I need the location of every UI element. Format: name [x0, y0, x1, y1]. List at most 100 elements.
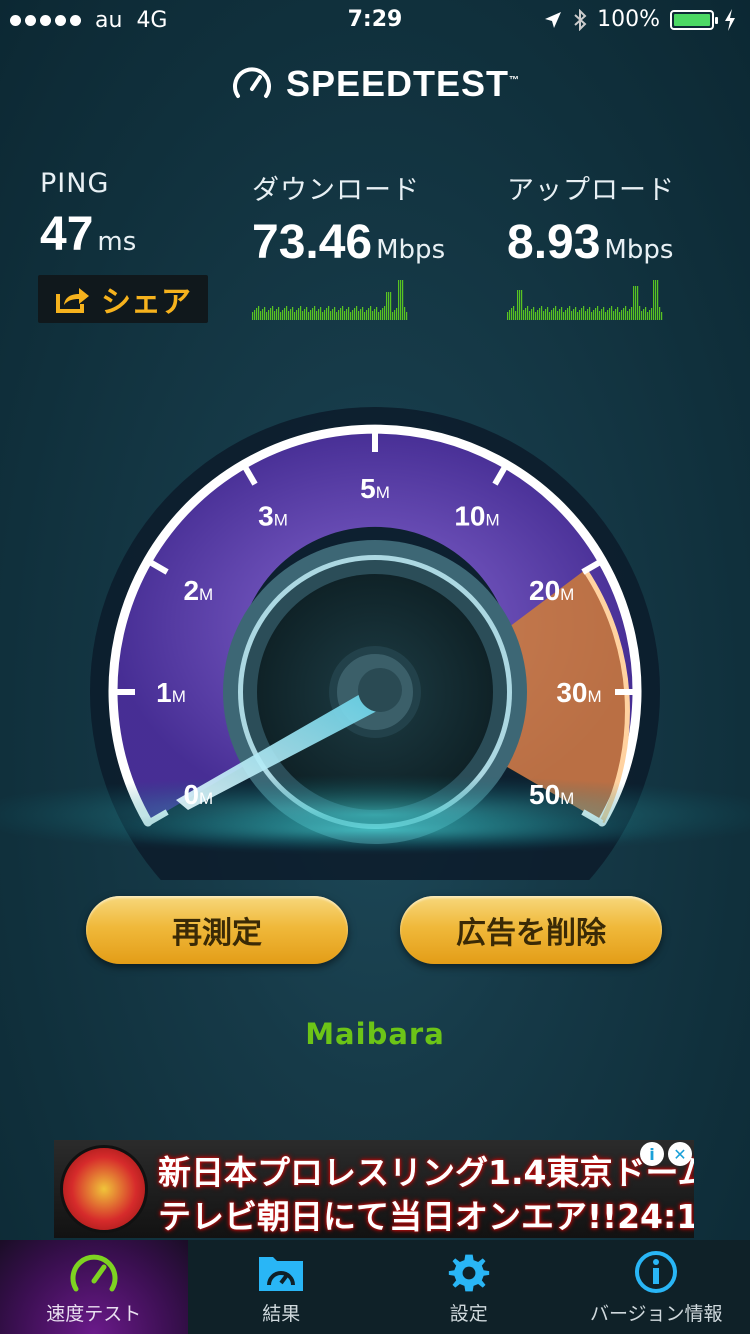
ping-metric: PING 47 ms: [40, 168, 136, 262]
sparkline-bar: [286, 306, 288, 320]
sparkline-bar: [637, 286, 639, 320]
sparkline-bar: [595, 308, 597, 320]
sparkline-bar: [252, 312, 254, 320]
tab-about[interactable]: バージョン情報: [563, 1240, 750, 1334]
tab-results[interactable]: 結果: [188, 1240, 376, 1334]
sparkline-bar: [659, 307, 661, 320]
sparkline-bar: [533, 307, 535, 320]
sparkline-bar: [627, 311, 629, 320]
sparkline-bar: [625, 306, 627, 320]
sparkline-bar: [396, 308, 398, 320]
sparkline-bar: [280, 312, 282, 320]
sparkline-bar: [523, 310, 525, 320]
sparkline-bar: [517, 290, 519, 320]
sparkline-bar: [559, 309, 561, 320]
sparkline-bar: [575, 307, 577, 320]
sparkline-bar: [298, 308, 300, 320]
ad-text-line1: 新日本プロレスリング1.4東京ドーム大会: [158, 1153, 694, 1192]
sparkline-bar: [262, 309, 264, 320]
sparkline-bar: [332, 309, 334, 320]
ad-banner[interactable]: 新日本プロレスリング1.4東京ドーム大会 テレビ朝日にて当日オンエア!!24:1…: [54, 1140, 694, 1238]
sparkline-bar: [370, 306, 372, 320]
sparkline-bar: [360, 309, 362, 320]
remove-ads-button[interactable]: 広告を削除: [400, 896, 662, 964]
sparkline-bar: [362, 307, 364, 320]
sparkline-bar: [288, 311, 290, 320]
share-label: シェア: [101, 285, 191, 320]
sparkline-bar: [551, 310, 553, 320]
sparkline-bar: [563, 312, 565, 320]
sparkline-bar: [573, 309, 575, 320]
sparkline-bar: [336, 312, 338, 320]
sparkline-bar: [649, 310, 651, 320]
sparkline-bar: [352, 310, 354, 320]
download-value: 73.46: [252, 216, 373, 269]
share-button[interactable]: シェア: [38, 275, 208, 323]
download-label: ダウンロード: [252, 175, 420, 206]
tab-settings[interactable]: 設定: [375, 1240, 563, 1334]
location-arrow-icon: [545, 11, 562, 28]
sparkline-bar: [527, 306, 529, 320]
sparkline-bar: [635, 286, 637, 320]
sparkline-bar: [643, 309, 645, 320]
sparkline-bar: [386, 292, 388, 320]
sparkline-bar: [338, 310, 340, 320]
sparkline-bar: [302, 311, 304, 320]
sparkline-bar: [390, 292, 392, 320]
upload-label: アップロード: [507, 175, 675, 206]
sparkline-bar: [521, 290, 523, 320]
download-unit: Mbps: [376, 235, 446, 265]
sparkline-bar: [254, 310, 256, 320]
sparkline-bar: [615, 309, 617, 320]
sparkline-bar: [278, 307, 280, 320]
sparkline-bar: [354, 308, 356, 320]
sparkline-bar: [400, 280, 402, 320]
sparkline-bar: [348, 307, 350, 320]
download-sparkline: [252, 280, 408, 320]
sparkline-bar: [342, 306, 344, 320]
sparkline-bar: [276, 309, 278, 320]
sparkline-bar: [406, 312, 408, 320]
sparkline-bar: [334, 307, 336, 320]
upload-sparkline: [507, 280, 663, 320]
sparkline-bar: [292, 307, 294, 320]
tab-speed-test[interactable]: 速度テスト: [0, 1240, 188, 1334]
sparkline-bar: [258, 306, 260, 320]
tab-bar: 速度テスト 結果 設定 バージョン情報: [0, 1240, 750, 1334]
sparkline-bar: [328, 306, 330, 320]
battery-percent: 100%: [597, 7, 660, 32]
server-location[interactable]: Maibara: [0, 1017, 750, 1051]
sparkline-bar: [599, 311, 601, 320]
sparkline-bar: [603, 307, 605, 320]
sparkline-bar: [631, 307, 633, 320]
sparkline-bar: [316, 311, 318, 320]
sparkline-bar: [657, 280, 659, 320]
ad-info-icon[interactable]: i: [640, 1142, 664, 1166]
ad-close-icon[interactable]: ✕: [668, 1142, 692, 1166]
sparkline-bar: [653, 280, 655, 320]
sparkline-bar: [511, 308, 513, 320]
sparkline-bar: [579, 310, 581, 320]
retest-button[interactable]: 再測定: [86, 896, 348, 964]
sparkline-bar: [633, 286, 635, 320]
sparkline-bar: [535, 312, 537, 320]
sparkline-bar: [651, 308, 653, 320]
folder-icon: [259, 1257, 304, 1291]
sparkline-bar: [587, 309, 589, 320]
sparkline-bar: [270, 308, 272, 320]
sparkline-bar: [601, 309, 603, 320]
sparkline-bar: [388, 292, 390, 320]
tab-label: 速度テスト: [46, 1303, 142, 1325]
sparkline-bar: [593, 310, 595, 320]
sparkline-bar: [547, 307, 549, 320]
sparkline-bar: [318, 309, 320, 320]
sparkline-bar: [583, 306, 585, 320]
ping-value: 47: [40, 208, 94, 261]
sparkline-bar: [571, 311, 573, 320]
sparkline-bar: [557, 311, 559, 320]
sparkline-bar: [260, 311, 262, 320]
sparkline-bar: [294, 312, 296, 320]
sparkline-bar: [358, 311, 360, 320]
sparkline-bar: [378, 312, 380, 320]
tab-label: 結果: [262, 1303, 301, 1325]
